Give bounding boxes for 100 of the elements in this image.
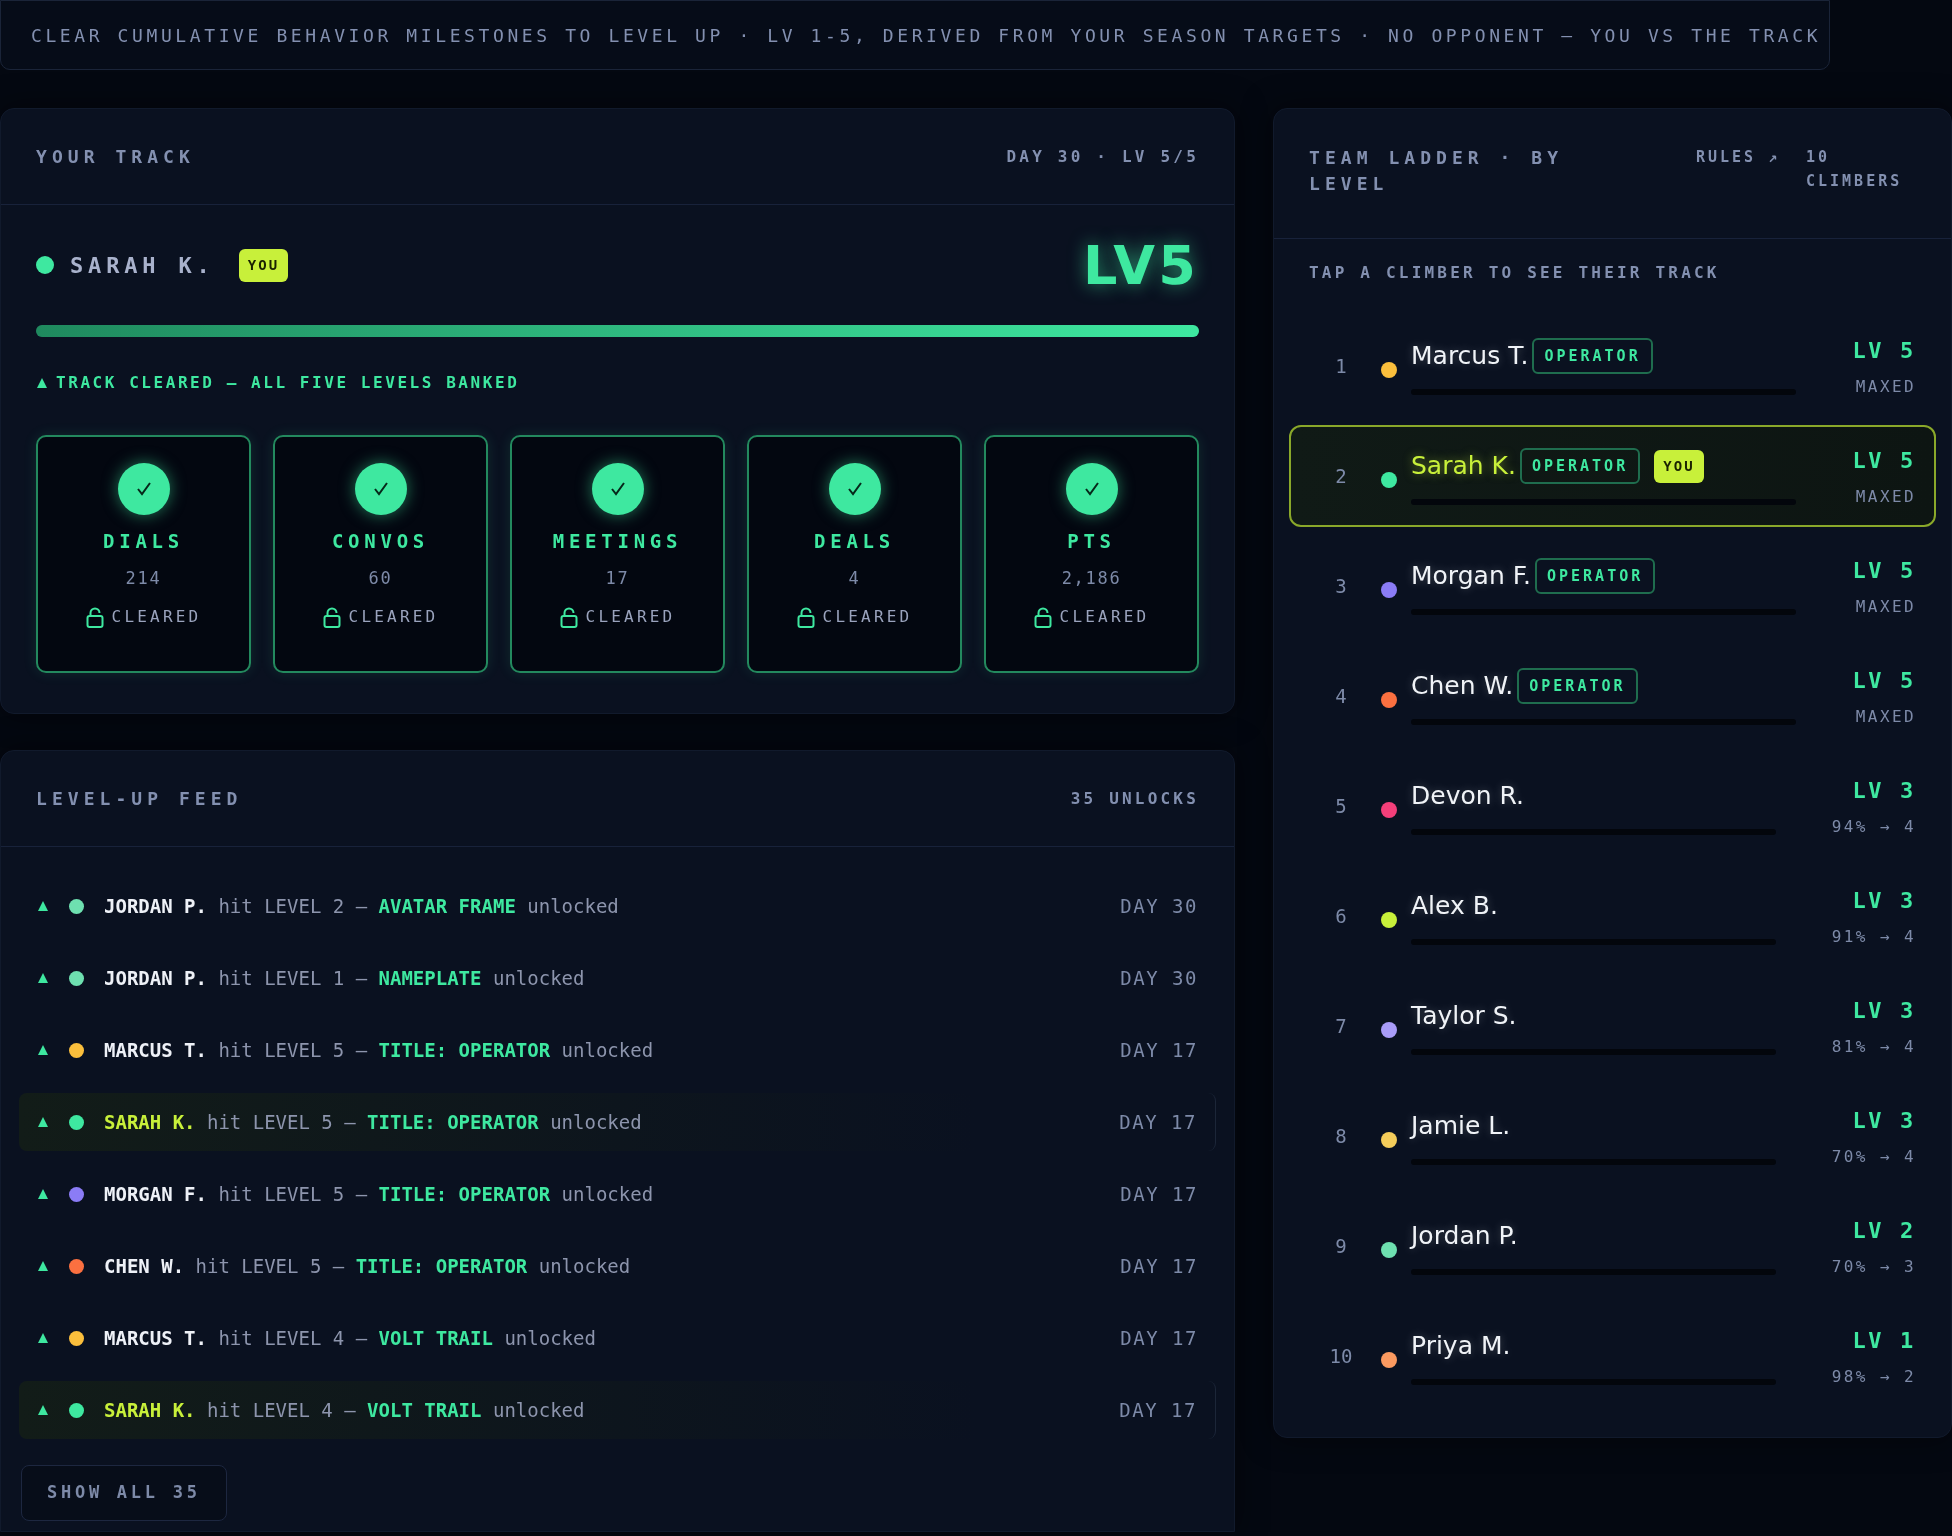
rank-number: 10 <box>1328 1343 1354 1369</box>
climber-row[interactable]: 6 Alex B. LV 3 91% → 4 <box>1289 865 1936 967</box>
climber-progress: MAXED <box>1855 375 1916 398</box>
feed-entry-text: SARAH K. hit LEVEL 5 — TITLE: OPERATOR unlocked <box>104 1109 642 1135</box>
panel-meta: DAY 30 · LV 5/5 <box>1006 145 1199 168</box>
climber-progress: MAXED <box>1855 705 1916 728</box>
lock-icon <box>1033 606 1052 628</box>
you-badge: YOU <box>1654 449 1704 483</box>
triangle-icon <box>37 1044 49 1056</box>
feed-entry-text: SARAH K. hit LEVEL 4 — VOLT TRAIL unlocked <box>104 1397 585 1423</box>
climber-name: Alex B. <box>1411 890 1498 923</box>
climber-level: LV 5 <box>1852 336 1916 365</box>
you-badge: YOU <box>238 248 289 282</box>
rank-number: 1 <box>1334 353 1348 379</box>
panel-title: LEVEL-UP FEED <box>36 787 243 811</box>
feed-day: DAY 17 <box>1120 1035 1198 1065</box>
climber-row[interactable]: 7 Taylor S. LV 3 81% → 4 <box>1289 975 1936 1077</box>
title-tag: OPERATOR <box>1517 667 1638 705</box>
triangle-icon <box>37 972 49 984</box>
climber-progress: 94% → 4 <box>1831 815 1916 838</box>
climber-row[interactable]: 1 Marcus T. OPERATOR LV 5 MAXED <box>1289 315 1936 417</box>
climber-row[interactable]: 9 Jordan P. LV 2 70% → 3 <box>1289 1195 1936 1297</box>
rank-number: 3 <box>1334 573 1348 599</box>
climber-level: LV 5 <box>1852 446 1916 475</box>
triangle-icon <box>36 377 48 389</box>
feed-entry-text: JORDAN P. hit LEVEL 2 — AVATAR FRAME unlocked <box>104 893 619 919</box>
milestone-status: CLEARED <box>1059 606 1150 628</box>
feed-entry-text: CHEN W. hit LEVEL 5 — TITLE: OPERATOR unlocked <box>104 1253 631 1279</box>
feed-entry-text: MORGAN F. hit LEVEL 5 — TITLE: OPERATOR unlocked <box>104 1181 654 1207</box>
climber-name: Morgan F. <box>1411 560 1531 593</box>
rank-number: 4 <box>1334 683 1348 709</box>
climber-level: LV 3 <box>1852 1106 1916 1135</box>
player-name: SARAH K. <box>70 251 215 280</box>
climber-name: Jamie L. <box>1411 1110 1511 1143</box>
rank-number: 2 <box>1334 463 1348 489</box>
climber-progress: 91% → 4 <box>1831 925 1916 948</box>
lock-icon <box>559 606 578 628</box>
title-tag: OPERATOR <box>1535 557 1656 595</box>
milestone-label: DEALS <box>814 529 895 554</box>
feed-day: DAY 17 <box>1120 1323 1198 1353</box>
climber-name: Sarah K. <box>1411 450 1516 483</box>
panel-title: TEAM LADDER · BY LEVEL <box>1309 146 1565 197</box>
panel-meta: 35 UNLOCKS <box>1070 787 1199 810</box>
milestone-value: 2,186 <box>1061 566 1122 590</box>
milestone-label: PTS <box>1067 529 1116 554</box>
climber-row[interactable]: 5 Devon R. LV 3 94% → 4 <box>1289 755 1936 857</box>
feed-entry-text: MARCUS T. hit LEVEL 4 — VOLT TRAIL unlocked <box>104 1325 596 1351</box>
climber-name: Devon R. <box>1411 780 1524 813</box>
level-label: LV5 <box>1082 232 1199 299</box>
milestone-value: 17 <box>605 566 630 590</box>
status-text: TRACK CLEARED — ALL FIVE LEVELS BANKED <box>56 372 520 394</box>
milestone-label: DIALS <box>103 529 184 554</box>
climber-level: LV 5 <box>1852 556 1916 585</box>
lock-icon <box>322 606 341 628</box>
lock-icon <box>796 606 815 628</box>
milestone-value: 214 <box>125 566 162 590</box>
triangle-icon <box>37 1260 49 1272</box>
climber-name: Jordan P. <box>1411 1220 1518 1253</box>
climber-progress: MAXED <box>1855 595 1916 618</box>
climber-progress: 70% → 3 <box>1831 1255 1916 1278</box>
rules-link[interactable]: RULES ↗ <box>1696 145 1786 169</box>
milestone-value: 4 <box>848 566 861 590</box>
milestone-status: CLEARED <box>348 606 439 628</box>
feed-entry-text: JORDAN P. hit LEVEL 1 — NAMEPLATE unlocked <box>104 965 585 991</box>
climber-name: Chen W. <box>1411 670 1514 703</box>
climber-level: LV 5 <box>1852 666 1916 695</box>
milestone-status: CLEARED <box>585 606 676 628</box>
climber-row[interactable]: 8 Jamie L. LV 3 70% → 4 <box>1289 1085 1936 1187</box>
rank-number: 7 <box>1334 1013 1348 1039</box>
climber-progress: 98% → 2 <box>1831 1365 1916 1388</box>
feed-day: DAY 17 <box>1119 1395 1197 1425</box>
climber-row[interactable]: 3 Morgan F. OPERATOR LV 5 MAXED <box>1289 535 1936 637</box>
title-tag: OPERATOR <box>1532 337 1653 375</box>
title-tag: OPERATOR <box>1519 447 1641 485</box>
lock-icon <box>85 606 104 628</box>
climber-name: Priya M. <box>1411 1330 1511 1363</box>
climber-progress: 81% → 4 <box>1831 1035 1916 1058</box>
milestone-value: 60 <box>368 566 393 590</box>
hint-text: TAP A CLIMBER TO SEE THEIR TRACK <box>1308 262 1721 284</box>
feed-day: DAY 17 <box>1120 1251 1198 1281</box>
climber-row[interactable]: 4 Chen W. OPERATOR LV 5 MAXED <box>1289 645 1936 747</box>
climber-name: Taylor S. <box>1411 1000 1517 1033</box>
climber-progress: 70% → 4 <box>1831 1145 1916 1168</box>
climber-row[interactable]: 10 Priya M. LV 1 98% → 2 <box>1289 1305 1936 1407</box>
feed-day: DAY 30 <box>1120 891 1198 921</box>
feed-day: DAY 17 <box>1119 1107 1197 1137</box>
panel-title: YOUR TRACK <box>36 145 195 169</box>
milestone-label: MEETINGS <box>552 529 683 554</box>
climber-progress: MAXED <box>1855 485 1916 508</box>
triangle-icon <box>37 1188 49 1200</box>
climber-row[interactable]: 2 Sarah K. OPERATOR YOU LV 5 MAXED <box>1289 425 1936 527</box>
rank-number: 9 <box>1334 1233 1348 1259</box>
climber-level: LV 3 <box>1852 776 1916 805</box>
rank-number: 8 <box>1334 1123 1348 1149</box>
show-all-button[interactable]: SHOW ALL 35 <box>21 1465 227 1521</box>
banner-text: CLEAR CUMULATIVE BEHAVIOR MILESTONES TO LEVEL UP · LV 1-5, DERIVED FROM YOUR SEASON TARGETS · NO OPPONENT — YOU VS THE TRACK <box>0 0 1830 70</box>
rank-number: 6 <box>1334 903 1348 929</box>
climber-level: LV 1 <box>1852 1326 1916 1355</box>
triangle-icon <box>37 1332 49 1344</box>
climber-name: Marcus T. <box>1411 340 1529 373</box>
